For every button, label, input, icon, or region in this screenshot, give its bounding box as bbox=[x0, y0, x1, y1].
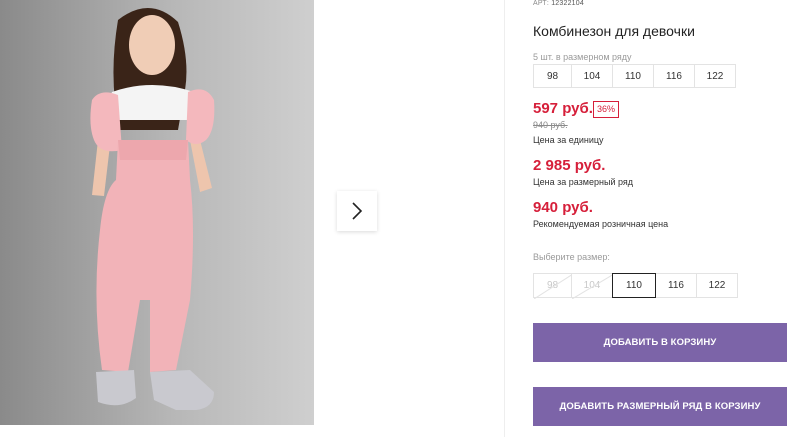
size-option-104: 104 bbox=[571, 273, 614, 299]
discount-badge: 36% bbox=[593, 101, 620, 118]
add-to-cart-button[interactable]: ДОБАВИТЬ В КОРЗИНУ bbox=[533, 323, 787, 362]
product-title: Комбинезон для девочки bbox=[533, 23, 695, 39]
sku-value: 12322104 bbox=[551, 0, 584, 7]
range-price: 2 985 руб. bbox=[533, 157, 606, 174]
size-option-116[interactable]: 116 bbox=[655, 273, 697, 298]
range-price-label: Цена за размерный ряд bbox=[533, 177, 634, 187]
sku-label: АРТ: bbox=[533, 0, 550, 7]
size-picker: 98 104 110 116 122 bbox=[533, 273, 738, 299]
next-image-button[interactable] bbox=[337, 191, 377, 231]
size-option-label: 116 bbox=[668, 280, 684, 291]
size-option-label: 110 bbox=[626, 280, 642, 291]
unit-price-label: Цена за единицу bbox=[533, 135, 604, 145]
girl-in-overalls-illustration bbox=[90, 7, 215, 410]
chevron-right-icon bbox=[352, 202, 363, 220]
pack-size-cell: 116 bbox=[653, 64, 695, 88]
pack-size-cell: 122 bbox=[694, 64, 736, 88]
unit-price: 597 руб. bbox=[533, 100, 593, 117]
add-range-to-cart-button[interactable]: ДОБАВИТЬ РАЗМЕРНЫЙ РЯД В КОРЗИНУ bbox=[533, 387, 787, 426]
unavailable-strike-icon bbox=[572, 274, 614, 299]
size-option-label: 122 bbox=[708, 280, 726, 291]
rrp-price-label: Рекомендуемая розничная цена bbox=[533, 219, 669, 229]
pack-size-cell: 110 bbox=[612, 64, 654, 88]
pack-size-cell: 104 bbox=[571, 64, 613, 88]
column-divider bbox=[504, 0, 505, 437]
old-price: 940 руб. bbox=[533, 120, 568, 130]
rrp-price: 940 руб. bbox=[533, 199, 593, 216]
pack-note: 5 шт. в размерном ряду bbox=[533, 52, 632, 62]
sku: АРТ: 12322104 bbox=[533, 0, 584, 7]
pack-size-cell: 98 bbox=[533, 64, 572, 88]
size-option-122[interactable]: 122 bbox=[696, 273, 738, 298]
size-select-label: Выберите размер: bbox=[533, 252, 610, 262]
product-photo bbox=[0, 0, 314, 425]
pack-sizes: 98 104 110 116 122 bbox=[533, 64, 736, 88]
unavailable-strike-icon bbox=[534, 274, 573, 299]
size-option-110[interactable]: 110 bbox=[612, 273, 656, 298]
size-option-98: 98 bbox=[533, 273, 573, 299]
